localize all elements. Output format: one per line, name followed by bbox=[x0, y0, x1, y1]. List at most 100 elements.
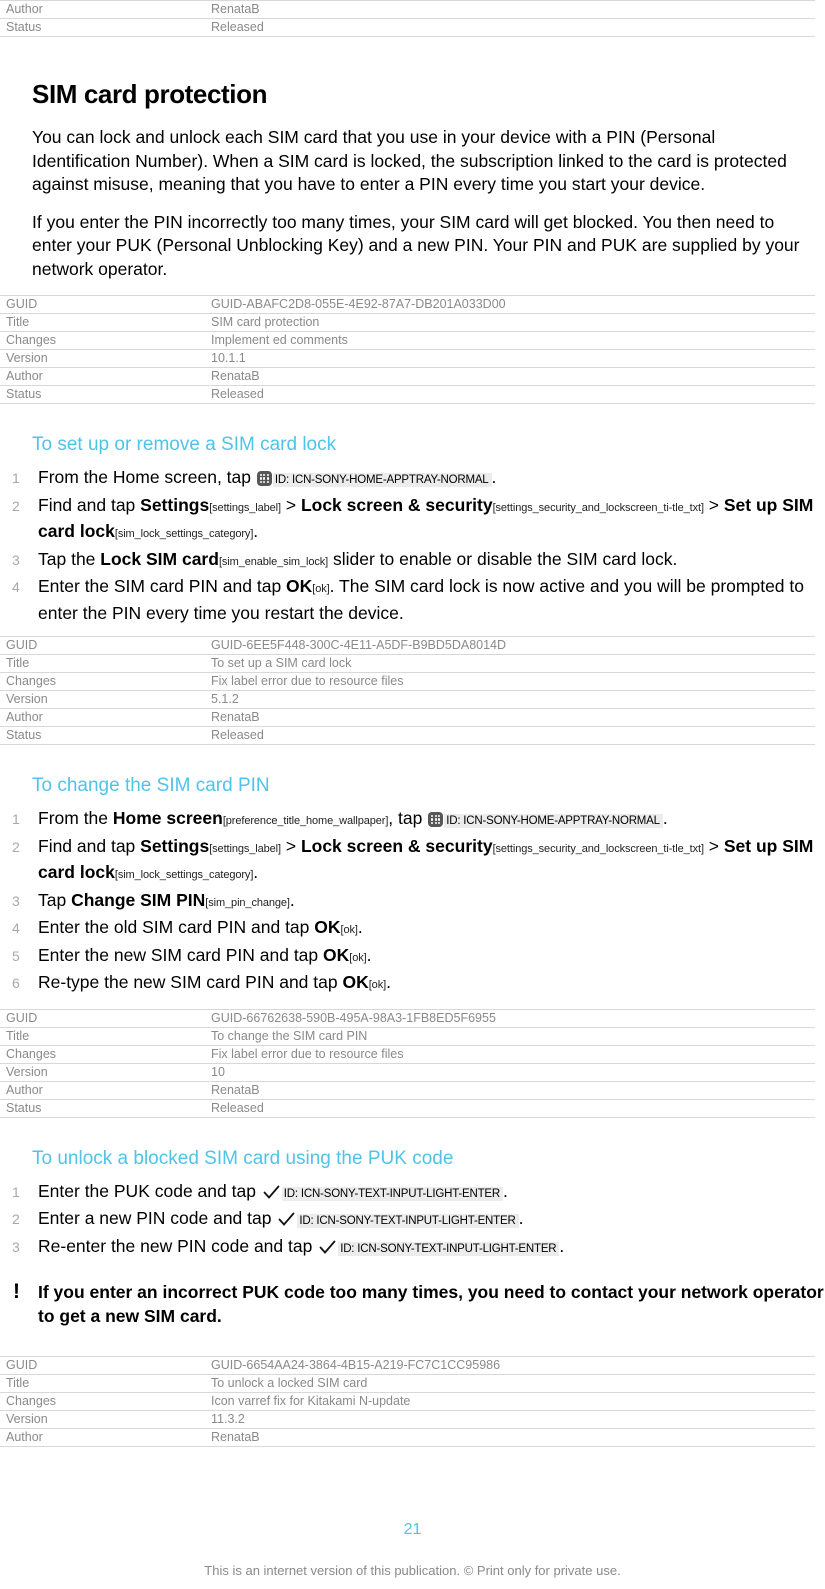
separator: > bbox=[703, 835, 724, 856]
meta-key: Status bbox=[0, 385, 205, 404]
meta-key: Changes bbox=[0, 1392, 205, 1411]
table-row: Author RenataB bbox=[0, 1080, 815, 1100]
intro-paragraph-2: If you enter the PIN incorrectly too man… bbox=[32, 211, 800, 279]
section-heading-unlock-puk: To unlock a blocked SIM card using the P… bbox=[32, 1147, 454, 1169]
list-item: From the Home screen, tap ID: ICN-SONY-H… bbox=[0, 466, 818, 493]
step-text: Enter the new SIM card PIN and tap bbox=[38, 944, 324, 965]
list-item: Re-enter the new PIN code and tap ID: IC… bbox=[0, 1235, 818, 1262]
varref: [settings_label] bbox=[209, 842, 281, 855]
meta-key: Version bbox=[0, 349, 205, 368]
meta-key: Title bbox=[0, 1374, 205, 1393]
meta-value: Released bbox=[205, 385, 815, 404]
meta-key: Status bbox=[0, 18, 205, 37]
table-row: Version 10 bbox=[0, 1062, 815, 1082]
step-text: From the bbox=[38, 808, 113, 828]
icon-id-label: ID: ICN-SONY-TEXT-INPUT-LIGHT-ENTER bbox=[297, 1214, 519, 1228]
varref: [ok] bbox=[312, 583, 330, 595]
table-row: Status Released bbox=[0, 18, 815, 37]
varref: [ok] bbox=[349, 951, 367, 964]
meta-key: Title bbox=[0, 1026, 205, 1046]
page-number: 21 bbox=[403, 1521, 422, 1538]
meta-value: Icon varref fix for Kitakami N-update bbox=[205, 1392, 815, 1411]
step-text: Re-type the new SIM card PIN and tap bbox=[38, 972, 343, 992]
table-row: Title To change the SIM card PIN bbox=[0, 1026, 815, 1046]
meta-key: Author bbox=[0, 0, 205, 19]
table-row: Status Released bbox=[0, 1098, 815, 1118]
section-heading-change-sim-pin: To change the SIM card PIN bbox=[32, 775, 270, 796]
meta-key: Author bbox=[0, 1428, 205, 1447]
table-row: Author RenataB bbox=[0, 1428, 815, 1447]
steps-list-unlock-puk: Enter the PUK code and tap ID: ICN-SONY-… bbox=[0, 1180, 825, 1262]
varref: [settings_label] bbox=[209, 501, 281, 514]
meta-key: Changes bbox=[0, 1044, 205, 1064]
varref: [preference_title_home_wallpaper] bbox=[222, 815, 389, 827]
step-text: Find and tap bbox=[38, 494, 141, 515]
metadata-table-3: GUID GUID-66762638-590B-495A-98A3-1FB8ED5… bbox=[0, 1008, 815, 1118]
table-row: Version 11.3.2 bbox=[0, 1410, 815, 1429]
meta-value: RenataB bbox=[205, 708, 815, 727]
icon-id-label: ID: ICN-SONY-HOME-APPTRAY-NORMAL bbox=[444, 814, 663, 828]
meta-value: Fix label error due to resource files bbox=[205, 672, 815, 691]
step-text: Enter the old SIM card PIN and tap bbox=[38, 917, 315, 937]
document-page: Author RenataB Status Released SIM card … bbox=[0, 0, 825, 1589]
step-text: Tap bbox=[38, 889, 72, 910]
table-row: Changes Icon varref fix for Kitakami N-up… bbox=[0, 1392, 815, 1411]
ui-label-ok: OK bbox=[323, 944, 350, 965]
icon-id-label: ID: ICN-SONY-TEXT-INPUT-LIGHT-ENTER bbox=[281, 1186, 504, 1201]
meta-key: Author bbox=[0, 367, 205, 386]
list-item: From the Home screen[preference_title_ho… bbox=[0, 807, 818, 834]
meta-key: GUID bbox=[0, 1356, 205, 1375]
step-text-end: . bbox=[518, 1208, 524, 1228]
separator: > bbox=[280, 494, 301, 515]
warning-note-text: If you enter an incorrect PUK code too m… bbox=[38, 1282, 824, 1326]
ui-label-lock-screen-security: Lock screen & security bbox=[300, 835, 493, 856]
table-row: Title To set up a SIM card lock bbox=[0, 654, 815, 673]
varref: [ok] bbox=[340, 924, 358, 936]
metadata-table-continued: Author RenataB Status Released bbox=[0, 0, 815, 37]
meta-value: GUID-6EE5F448-300C-4E11-A5DF-B9BD5DA8014… bbox=[205, 636, 815, 655]
meta-key: GUID bbox=[0, 1008, 205, 1028]
step-text-end: . bbox=[503, 1180, 508, 1201]
step-text: Enter the SIM card PIN and tap bbox=[38, 576, 287, 596]
ui-label-lock-screen-security: Lock screen & security bbox=[300, 494, 493, 515]
table-row: Author RenataB bbox=[0, 0, 815, 19]
meta-value: To set up a SIM card lock bbox=[205, 654, 815, 673]
meta-value: SIM card protection bbox=[205, 313, 815, 332]
step-text: Enter a new PIN code and tap bbox=[38, 1208, 277, 1228]
step-text-end: . bbox=[253, 862, 259, 882]
step-text-end: . bbox=[559, 1235, 565, 1256]
meta-value: 5.1.2 bbox=[205, 690, 815, 709]
list-item: Re-type the new SIM card PIN and tap OK[… bbox=[0, 971, 818, 998]
ui-label-home-screen: Home screen bbox=[112, 808, 223, 828]
ui-label-ok: OK bbox=[342, 972, 369, 992]
table-row: Version 10.1.1 bbox=[0, 349, 815, 368]
ui-label-change-sim-pin: Change SIM PIN bbox=[71, 889, 206, 910]
list-item: Tap the Lock SIM card[sim_enable_sim_loc… bbox=[0, 548, 818, 575]
meta-key: Changes bbox=[0, 331, 205, 350]
meta-value: Fix label error due to resource files bbox=[205, 1044, 815, 1064]
step-text-end: . bbox=[491, 467, 497, 487]
step-text: From the Home screen, tap bbox=[38, 467, 256, 487]
ui-label-lock-sim-card: Lock SIM card bbox=[100, 548, 219, 569]
meta-value: 11.3.2 bbox=[205, 1410, 815, 1429]
list-item: Enter the old SIM card PIN and tap OK[ok… bbox=[0, 916, 818, 943]
table-row: GUID GUID-6654AA24-3864-4B15-A219-FC7C1CC… bbox=[0, 1356, 815, 1375]
step-text-end: . bbox=[386, 972, 391, 992]
meta-value: GUID-ABAFC2D8-055E-4E92-87A7-DB201A033D0… bbox=[205, 295, 815, 314]
meta-value: GUID-6654AA24-3864-4B15-A219-FC7C1CC9598… bbox=[205, 1356, 815, 1375]
meta-key: Author bbox=[0, 1080, 205, 1100]
meta-value: Implement ed comments bbox=[205, 331, 815, 350]
meta-value: GUID-66762638-590B-495A-98A3-1FB8ED5F695… bbox=[205, 1008, 815, 1028]
steps-list-set-up-sim-lock: From the Home screen, tap ID: ICN-SONY-H… bbox=[0, 466, 825, 625]
varref: [settings_security_and_lockscreen_ti-tle… bbox=[492, 501, 704, 514]
meta-value: 10.1.1 bbox=[205, 349, 815, 368]
step-text: Enter the PUK code and tap bbox=[38, 1180, 261, 1201]
ui-label-ok: OK bbox=[286, 576, 313, 596]
meta-key: Version bbox=[0, 1062, 205, 1082]
ui-label-settings: Settings bbox=[140, 835, 210, 856]
checkmark-enter-icon bbox=[263, 1183, 280, 1199]
meta-key: Version bbox=[0, 1410, 205, 1429]
meta-key: Changes bbox=[0, 672, 205, 691]
step-text-end: . bbox=[253, 521, 259, 541]
list-item: Find and tap Settings[settings_label] > … bbox=[0, 494, 818, 547]
